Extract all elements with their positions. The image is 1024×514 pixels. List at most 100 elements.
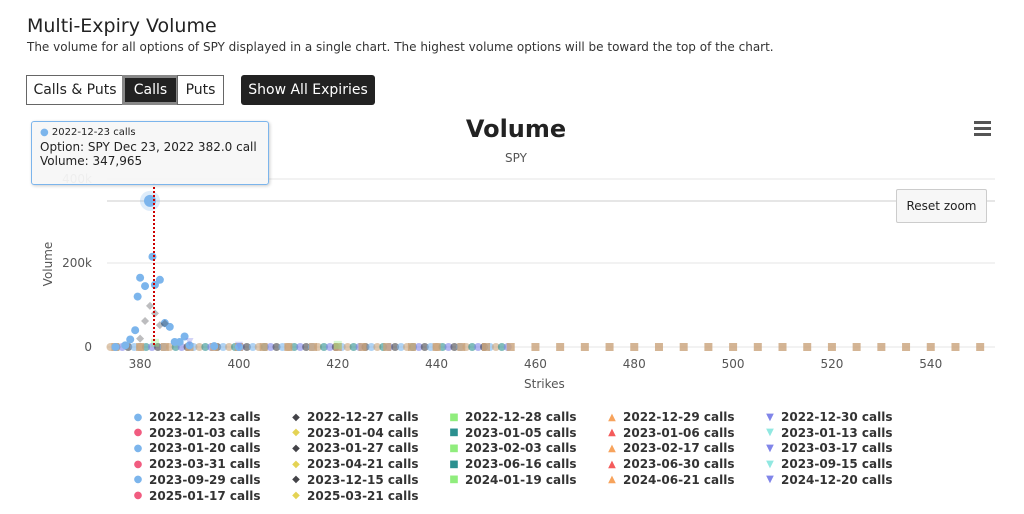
legend-item[interactable]: ◆ 2023-12-15 calls bbox=[289, 472, 419, 487]
legend-item[interactable]: ■ 2023-06-16 calls bbox=[447, 457, 577, 472]
legend-label: 2023-06-30 calls bbox=[623, 457, 735, 472]
baseline-point[interactable] bbox=[704, 343, 713, 351]
legend-label: 2023-01-13 calls bbox=[781, 425, 893, 440]
baseline-point[interactable] bbox=[309, 343, 318, 351]
legend-label: 2023-02-17 calls bbox=[623, 441, 735, 456]
legend-item[interactable]: ▼ 2022-12-30 calls bbox=[763, 410, 893, 424]
data-point[interactable] bbox=[136, 273, 145, 282]
legend-item[interactable]: ▲ 2024-06-21 calls bbox=[605, 473, 734, 487]
baseline-point[interactable] bbox=[902, 343, 911, 351]
baseline-point[interactable] bbox=[630, 343, 639, 351]
legend-label: 2022-12-30 calls bbox=[781, 410, 893, 424]
legend-item[interactable]: ◆ 2025-03-21 calls bbox=[289, 489, 418, 503]
hamburger-menu-icon[interactable] bbox=[974, 121, 991, 139]
baseline-point[interactable] bbox=[679, 343, 688, 351]
legend-item[interactable]: ● 2022-12-23 calls bbox=[131, 410, 261, 424]
baseline-point[interactable] bbox=[605, 343, 614, 351]
legend-item[interactable]: ■ 2022-12-28 calls bbox=[447, 410, 576, 424]
data-point[interactable] bbox=[141, 316, 150, 325]
square-marker-icon: ■ bbox=[449, 458, 459, 470]
legend-item[interactable]: ▲ 2022-12-29 calls bbox=[605, 410, 734, 424]
baseline-point[interactable] bbox=[827, 343, 836, 351]
data-point[interactable] bbox=[333, 340, 342, 349]
baseline-point[interactable] bbox=[976, 343, 985, 351]
legend-item[interactable]: ■ 2023-02-03 calls bbox=[447, 441, 576, 455]
circle-marker-icon: ● bbox=[133, 442, 143, 454]
baseline-point[interactable] bbox=[852, 343, 861, 351]
baseline-point[interactable] bbox=[654, 343, 663, 351]
baseline-point[interactable] bbox=[259, 343, 268, 351]
circle-marker-icon: ● bbox=[133, 490, 143, 501]
baseline-point[interactable] bbox=[457, 343, 466, 351]
data-point[interactable] bbox=[136, 334, 145, 343]
baseline-point[interactable] bbox=[926, 343, 935, 351]
baseline-point[interactable] bbox=[556, 343, 565, 351]
legend-label: 2023-12-15 calls bbox=[307, 472, 419, 487]
data-point[interactable] bbox=[111, 343, 120, 351]
x-tick-label: 400 bbox=[227, 357, 250, 371]
legend-item[interactable]: ▲ 2023-01-06 calls bbox=[605, 426, 734, 440]
circle-marker-icon: ● bbox=[133, 474, 143, 486]
legend-label: 2023-01-04 calls bbox=[307, 425, 419, 440]
legend-item[interactable]: ▲ 2023-02-17 calls bbox=[605, 441, 735, 456]
legend-item[interactable]: ▼ 2023-01-13 calls bbox=[763, 425, 893, 440]
legend-item[interactable]: ● 2023-03-31 calls bbox=[131, 457, 261, 471]
data-point[interactable] bbox=[148, 252, 157, 261]
legend-item[interactable]: ■ 2024-01-19 calls bbox=[447, 473, 576, 487]
baseline-point[interactable] bbox=[729, 343, 738, 351]
legend-label: 2023-09-15 calls bbox=[781, 457, 893, 472]
baseline-point[interactable] bbox=[531, 343, 540, 351]
legend-item[interactable]: ● 2025-01-17 calls bbox=[131, 489, 261, 503]
baseline-point[interactable] bbox=[506, 343, 515, 351]
baseline-point[interactable] bbox=[803, 343, 812, 351]
legend-item[interactable]: ▲ 2023-06-30 calls bbox=[605, 457, 735, 472]
legend-item[interactable]: ▼ 2023-09-15 calls bbox=[763, 457, 893, 472]
baseline-point[interactable] bbox=[753, 343, 762, 351]
baseline-point[interactable] bbox=[580, 343, 589, 351]
tooltip-series: 2022-12-23 calls bbox=[51, 127, 136, 138]
baseline-point[interactable] bbox=[160, 343, 169, 351]
x-tick-label: 460 bbox=[524, 357, 547, 371]
legend-label: 2023-01-05 calls bbox=[465, 425, 577, 440]
legend-item[interactable]: ◆ 2023-01-27 calls bbox=[289, 441, 418, 455]
legend-label: 2023-09-29 calls bbox=[149, 472, 261, 487]
legend-item[interactable]: ● 2023-09-29 calls bbox=[131, 473, 261, 487]
legend-item[interactable]: ■ 2023-01-05 calls bbox=[447, 425, 577, 440]
baseline-point[interactable] bbox=[951, 343, 960, 351]
triangle-marker-icon: ▲ bbox=[608, 427, 616, 439]
baseline-point[interactable] bbox=[383, 343, 392, 351]
baseline-point[interactable] bbox=[136, 343, 145, 351]
y-tick-label: 0 bbox=[84, 340, 92, 354]
y-axis-label: Volume bbox=[41, 242, 55, 287]
x-tick-label: 420 bbox=[326, 357, 349, 371]
triangle-down-marker-icon: ▼ bbox=[766, 474, 774, 486]
reset-zoom-button[interactable]: Reset zoom bbox=[896, 189, 987, 223]
baseline-point[interactable] bbox=[778, 343, 787, 351]
baseline-point[interactable] bbox=[482, 343, 491, 351]
data-point[interactable] bbox=[133, 292, 142, 301]
legend-item[interactable]: ◆ 2023-01-04 calls bbox=[289, 425, 419, 440]
data-point[interactable] bbox=[131, 326, 140, 335]
legend-item[interactable]: ▼ 2024-12-20 calls bbox=[763, 473, 892, 487]
legend-item[interactable]: ◆ 2022-12-27 calls bbox=[289, 410, 418, 424]
x-tick-label: 540 bbox=[919, 357, 942, 371]
baseline-point[interactable] bbox=[877, 343, 886, 351]
data-point[interactable] bbox=[141, 282, 150, 291]
legend-item[interactable]: ● 2023-01-03 calls bbox=[131, 426, 261, 440]
baseline-point[interactable] bbox=[284, 343, 293, 351]
tooltip-option: Option: SPY Dec 23, 2022 382.0 call bbox=[40, 140, 257, 154]
legend-item[interactable]: ● 2023-01-20 calls bbox=[131, 441, 261, 455]
baseline-point[interactable] bbox=[358, 343, 367, 351]
data-point[interactable] bbox=[210, 342, 219, 351]
data-point[interactable] bbox=[126, 335, 135, 344]
x-tick-label: 480 bbox=[623, 357, 646, 371]
legend-item[interactable]: ◆ 2023-04-21 calls bbox=[289, 457, 418, 471]
diamond-marker-icon: ◆ bbox=[292, 427, 300, 439]
baseline-point[interactable] bbox=[407, 343, 416, 351]
legend-item[interactable]: ▼ 2023-03-17 calls bbox=[763, 441, 892, 455]
baseline-point[interactable] bbox=[432, 343, 441, 351]
circle-marker-icon: ● bbox=[133, 458, 143, 470]
data-point[interactable] bbox=[155, 275, 164, 284]
data-point[interactable] bbox=[145, 301, 154, 310]
legend-label: 2023-06-16 calls bbox=[465, 457, 577, 472]
